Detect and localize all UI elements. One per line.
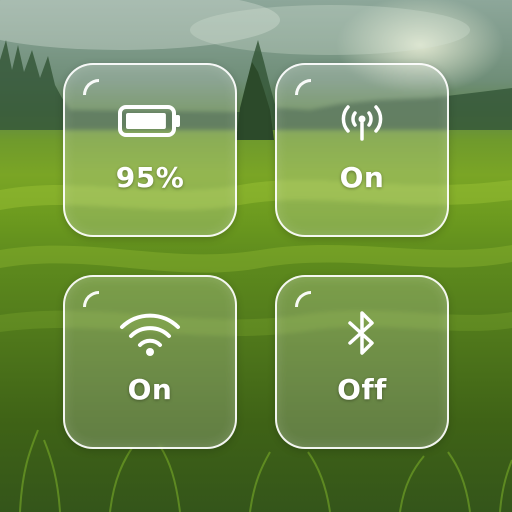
battery-level-text: 95% (115, 161, 185, 194)
wifi-icon (118, 309, 182, 357)
tile-gloss-highlight (83, 291, 99, 307)
tile-gloss-highlight (83, 79, 99, 95)
hotspot-status-text: On (339, 161, 385, 194)
tile-gloss-highlight (295, 79, 311, 95)
battery-icon (118, 97, 182, 145)
bluetooth-icon (330, 309, 394, 357)
hotspot-tile[interactable]: On (275, 63, 449, 237)
battery-tile[interactable]: 95% (63, 63, 237, 237)
bluetooth-tile[interactable]: Off (275, 275, 449, 449)
wifi-tile[interactable]: On (63, 275, 237, 449)
hotspot-icon (330, 97, 394, 145)
wifi-status-text: On (127, 373, 173, 406)
home-screen: 95% On On Off (0, 0, 512, 512)
tile-gloss-highlight (295, 291, 311, 307)
bluetooth-status-text: Off (337, 373, 387, 406)
